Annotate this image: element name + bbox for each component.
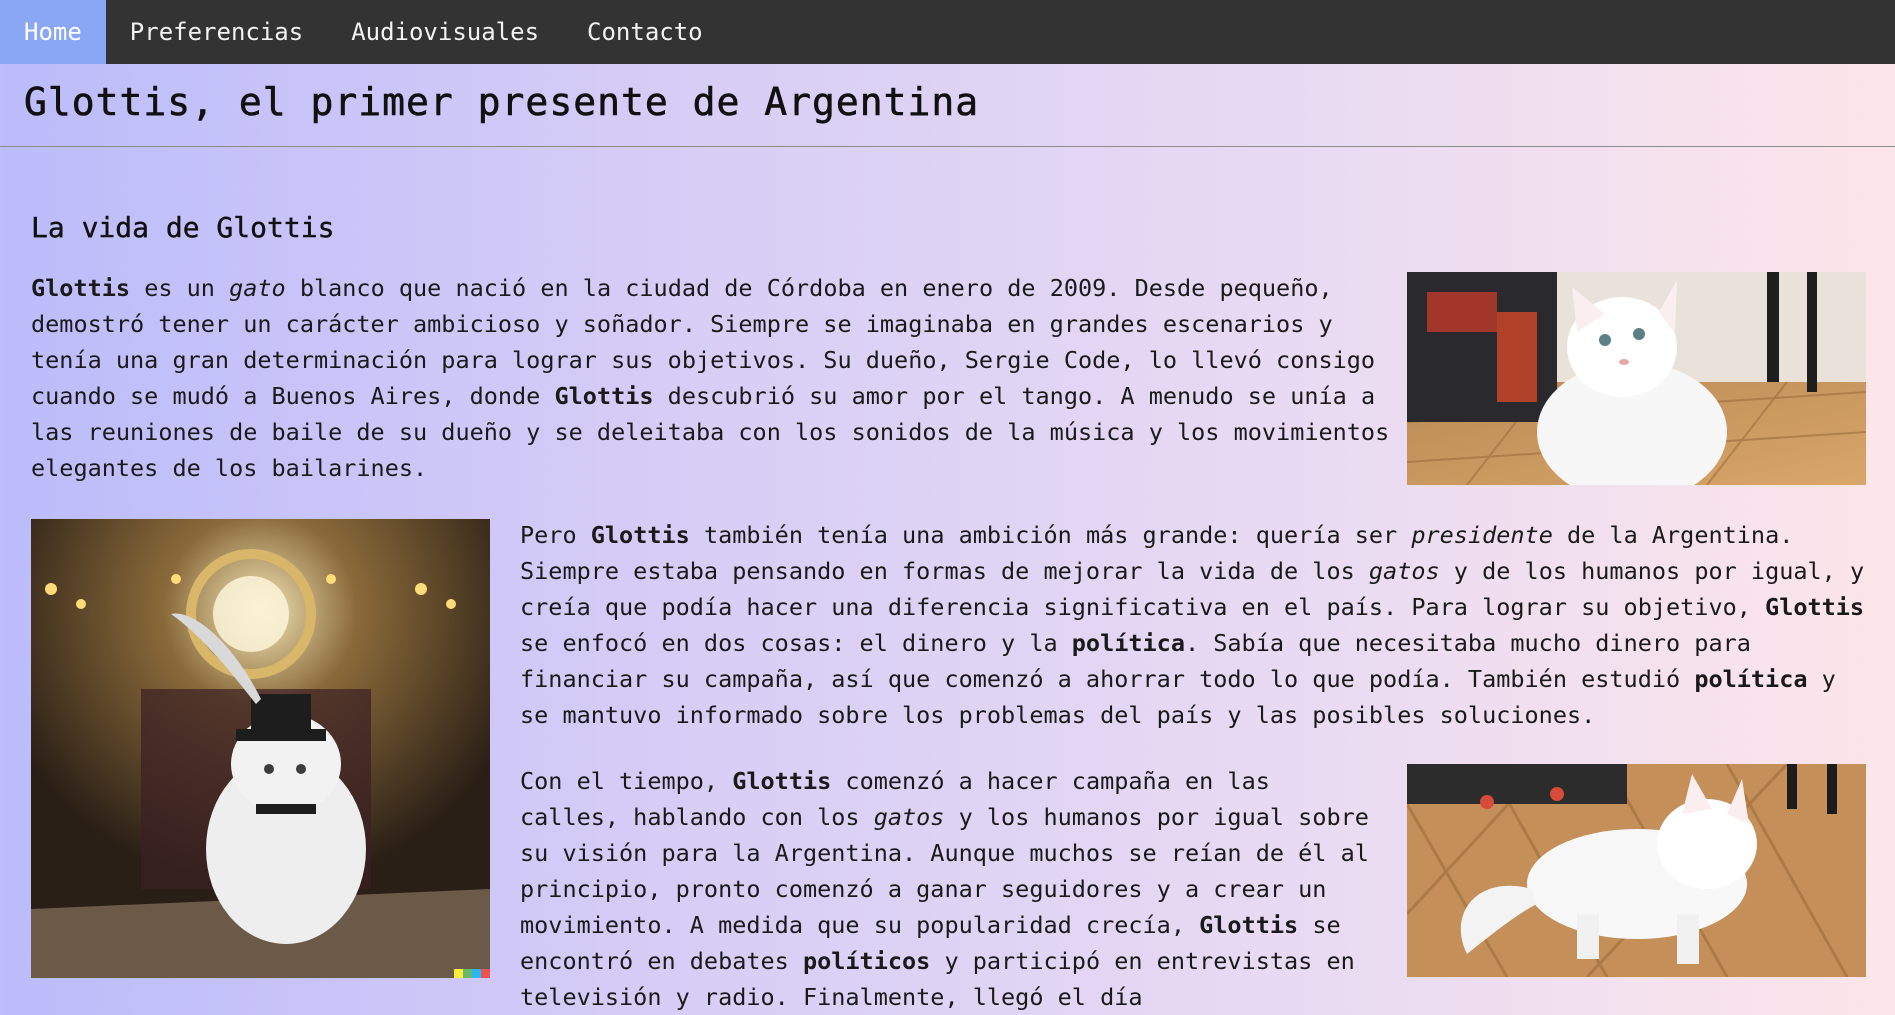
page-title: Glottis, el primer presente de Argentina: [24, 80, 980, 125]
page-header: Glottis, el primer presente de Argentina: [0, 64, 1895, 147]
cat-looking-up-photo: [1407, 272, 1866, 485]
cat-top-hat-photo: [31, 519, 490, 978]
nav-contacto-link[interactable]: Contacto: [563, 0, 727, 64]
bold-text: Glottis: [1199, 911, 1299, 939]
nav-preferencias-link[interactable]: Preferencias: [106, 0, 327, 64]
top-navigation: Home Preferencias Audiovisuales Contacto: [0, 0, 1895, 64]
bold-text: Glottis: [554, 382, 654, 410]
bold-text: Glottis: [31, 274, 131, 302]
bold-text: política: [1694, 665, 1808, 693]
italic-text: presidente: [1411, 521, 1553, 549]
bold-text: política: [1071, 629, 1185, 657]
section-heading: La vida de Glottis: [31, 211, 335, 244]
bold-text: políticos: [802, 947, 931, 975]
bold-text: Glottis: [1765, 593, 1865, 621]
nav-home-link[interactable]: Home: [0, 0, 106, 64]
cat-walking-photo: [1407, 764, 1866, 977]
italic-text: gatos: [1368, 557, 1440, 585]
bold-text: Glottis: [590, 521, 690, 549]
italic-text: gato: [229, 274, 286, 302]
bold-text: Glottis: [732, 767, 832, 795]
nav-audiovisuales-link[interactable]: Audiovisuales: [327, 0, 563, 64]
paragraph-ambition: Pero Glottis también tenía una ambición …: [520, 521, 1865, 729]
paragraph-campaign: Con el tiempo, Glottis comenzó a hacer c…: [520, 767, 1369, 1011]
paragraph-intro: Glottis es un gato blanco que nació en l…: [31, 274, 1390, 482]
italic-text: gatos: [873, 803, 945, 831]
